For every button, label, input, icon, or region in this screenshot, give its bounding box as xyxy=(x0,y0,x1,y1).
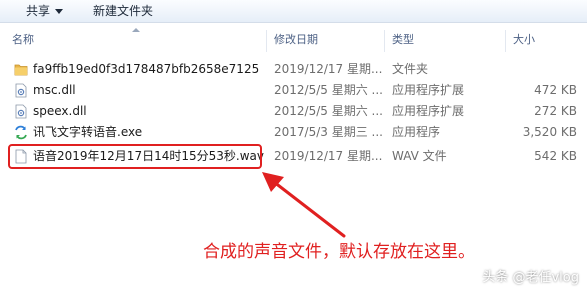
column-divider[interactable] xyxy=(384,30,385,52)
file-type: 应用程序扩展 xyxy=(392,104,465,118)
file-name: fa9ffb19ed0f3d178487bfb2658e7125 xyxy=(33,62,260,76)
file-modified: 2012/5/5 星期六 ... xyxy=(274,104,383,118)
new-folder-label: 新建文件夹 xyxy=(93,4,154,18)
file-modified: 2017/5/3 星期三 ... xyxy=(274,125,383,139)
file-modified: 2019/12/17 星期... xyxy=(274,149,383,163)
column-name[interactable]: 名称 xyxy=(12,33,34,47)
file-size: 542 KB xyxy=(534,149,577,163)
share-label: 共享 xyxy=(26,4,51,18)
file-modified: 2012/5/5 星期六 ... xyxy=(274,83,383,97)
exe-app-icon xyxy=(15,125,27,140)
file-row-msc-dll[interactable]: msc.dll 2012/5/5 星期六 ... 应用程序扩展 472 KB xyxy=(0,80,587,101)
red-arrow-icon xyxy=(262,172,346,238)
toolbar: 共享 新建文件夹 xyxy=(0,0,587,23)
file-row-folder[interactable]: fa9ffb19ed0f3d178487bfb2658e7125 2019/12… xyxy=(0,59,587,80)
file-size: 272 KB xyxy=(534,104,577,118)
dll-file-icon xyxy=(15,83,27,98)
chevron-down-icon xyxy=(55,9,64,14)
watermark-platform: 头条 xyxy=(482,270,509,285)
watermark-author: @老任vlog xyxy=(512,270,579,286)
file-type: 应用程序扩展 xyxy=(392,83,465,97)
file-type: WAV 文件 xyxy=(392,149,447,163)
column-divider[interactable] xyxy=(505,30,506,52)
column-type[interactable]: 类型 xyxy=(392,33,414,47)
column-header: 名称 修改日期 类型 大小 xyxy=(0,26,587,54)
annotation-text: 合成的声音文件，默认存放在这里。 xyxy=(203,242,475,262)
watermark: 头条 @老任vlog xyxy=(482,269,579,287)
file-name: msc.dll xyxy=(33,83,76,97)
file-name: speex.dll xyxy=(33,104,87,118)
column-divider[interactable] xyxy=(266,30,267,52)
file-row-exe[interactable]: 讯飞文字转语音.exe 2017/5/3 星期三 ... 应用程序 3,520 … xyxy=(0,122,587,143)
column-size[interactable]: 大小 xyxy=(513,33,535,47)
new-folder-button[interactable]: 新建文件夹 xyxy=(93,3,153,19)
share-menu-button[interactable]: 共享 xyxy=(26,3,64,19)
file-row-speex-dll[interactable]: speex.dll 2012/5/5 星期六 ... 应用程序扩展 272 KB xyxy=(0,101,587,122)
sort-ascending-icon xyxy=(132,28,140,32)
file-name: 讯飞文字转语音.exe xyxy=(33,125,143,139)
file-size: 3,520 KB xyxy=(522,125,577,139)
file-type: 文件夹 xyxy=(392,62,429,76)
folder-icon xyxy=(14,64,28,76)
highlight-box xyxy=(8,144,262,169)
dll-file-icon xyxy=(15,104,27,119)
file-size: 472 KB xyxy=(534,83,577,97)
file-modified: 2019/12/17 星期... xyxy=(274,62,383,76)
file-type: 应用程序 xyxy=(392,125,441,139)
column-modified[interactable]: 修改日期 xyxy=(274,33,318,47)
